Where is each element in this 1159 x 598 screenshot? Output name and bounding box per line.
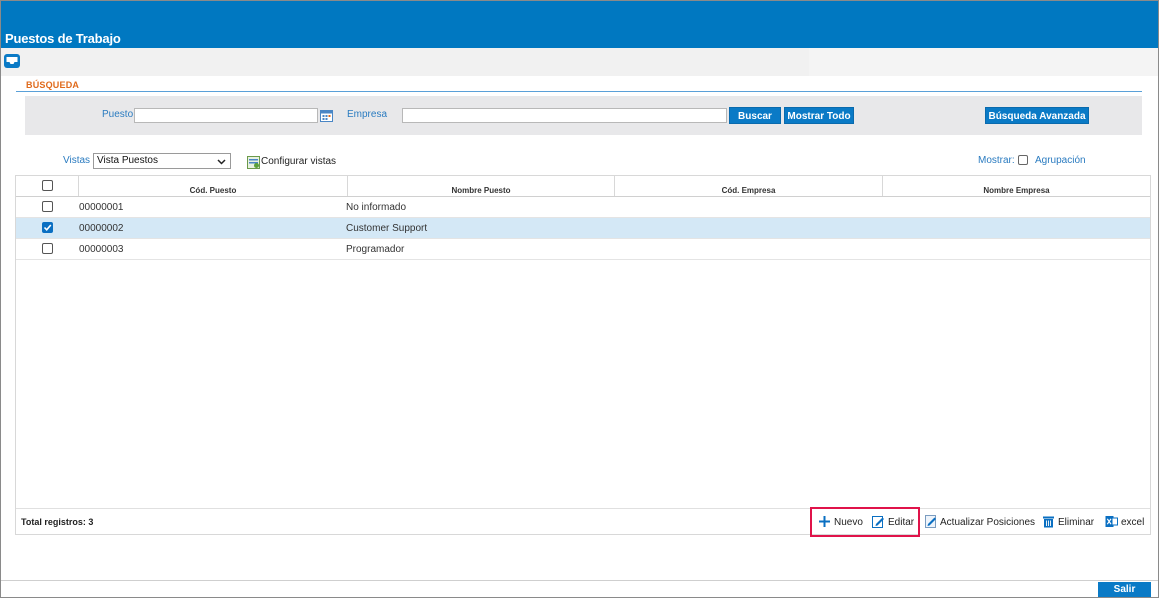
cell-nombre-puesto: Programador — [346, 244, 405, 255]
column-header-cod-empresa[interactable]: Cód. Empresa — [614, 176, 882, 196]
cell-nombre-puesto: No informado — [346, 202, 407, 213]
show-label: Mostrar: — [978, 155, 1015, 166]
excel-button[interactable]: excel — [1121, 517, 1144, 528]
search-panel: Puesto Empresa Buscar Mostrar Todo Búsqu… — [25, 96, 1142, 135]
table-row[interactable]: 00000003 Programador — [16, 239, 1150, 260]
actualizar-posiciones-button[interactable]: Actualizar Posiciones — [940, 517, 1035, 528]
views-selected-value: Vista Puestos — [97, 155, 158, 166]
table-row[interactable]: 00000001 No informado — [16, 197, 1150, 218]
grouping-label: Agrupación — [1035, 155, 1086, 166]
update-positions-icon[interactable] — [925, 515, 938, 528]
puesto-input[interactable] — [134, 108, 318, 123]
toolbar-right-area — [809, 48, 1158, 76]
bottom-divider — [1, 580, 1158, 581]
views-label: Vistas — [63, 155, 91, 166]
configure-views-link[interactable]: Configurar vistas — [261, 156, 336, 167]
editar-button[interactable]: Editar — [888, 517, 914, 528]
cell-nombre-puesto: Customer Support — [346, 223, 428, 234]
grouping-checkbox[interactable] — [1018, 155, 1028, 165]
cell-cod-puesto: 00000001 — [79, 202, 124, 213]
row-checkbox-checked[interactable] — [42, 222, 53, 233]
row-checkbox[interactable] — [42, 201, 53, 212]
search-divider — [16, 91, 1142, 92]
puesto-label: Puesto — [102, 109, 134, 120]
cell-cod-puesto: 00000003 — [79, 244, 124, 255]
title-bar: Puestos de Trabajo — [1, 1, 1158, 48]
views-select[interactable]: Vista Puestos — [93, 153, 231, 169]
calendar-lookup-icon[interactable] — [320, 109, 333, 122]
checkmark-icon — [43, 224, 52, 231]
excel-icon[interactable] — [1105, 515, 1118, 528]
grid-header: Cód. Puesto Nombre Puesto Cód. Empresa N… — [16, 176, 1150, 197]
busqueda-avanzada-button[interactable]: Búsqueda Avanzada — [985, 107, 1089, 124]
total-records: Total registros: 3 — [21, 517, 94, 527]
column-header-nombre-empresa[interactable]: Nombre Empresa — [882, 176, 1150, 196]
mostrar-todo-button[interactable]: Mostrar Todo — [784, 107, 854, 124]
column-header-cod-puesto[interactable]: Cód. Puesto — [78, 176, 347, 196]
nuevo-button[interactable]: Nuevo — [834, 517, 863, 528]
select-all-checkbox[interactable] — [42, 180, 53, 191]
search-section-title: BÚSQUEDA — [26, 80, 80, 90]
edit-icon[interactable] — [872, 515, 885, 528]
inbox-icon[interactable] — [3, 52, 21, 70]
toolbar — [1, 48, 1158, 76]
results-grid: Cód. Puesto Nombre Puesto Cód. Empresa N… — [15, 175, 1151, 537]
table-row-selected[interactable]: 00000002 Customer Support — [16, 218, 1150, 239]
eliminar-button[interactable]: Eliminar — [1058, 517, 1094, 528]
column-header-nombre-puesto[interactable]: Nombre Puesto — [347, 176, 614, 196]
trash-icon[interactable] — [1042, 515, 1055, 528]
page-title: Puestos de Trabajo — [5, 31, 121, 46]
cell-cod-puesto: 00000002 — [79, 223, 124, 234]
row-checkbox[interactable] — [42, 243, 53, 254]
empresa-input[interactable] — [402, 108, 727, 123]
empresa-label: Empresa — [347, 109, 388, 120]
salir-button[interactable]: Salir — [1098, 582, 1151, 597]
configure-views-icon[interactable] — [247, 156, 260, 169]
grid-footer: Total registros: 3 Nuevo Editar Actualiz… — [16, 507, 1150, 537]
buscar-button[interactable]: Buscar — [729, 107, 781, 124]
plus-icon[interactable] — [818, 515, 831, 528]
chevron-down-icon — [217, 159, 226, 165]
